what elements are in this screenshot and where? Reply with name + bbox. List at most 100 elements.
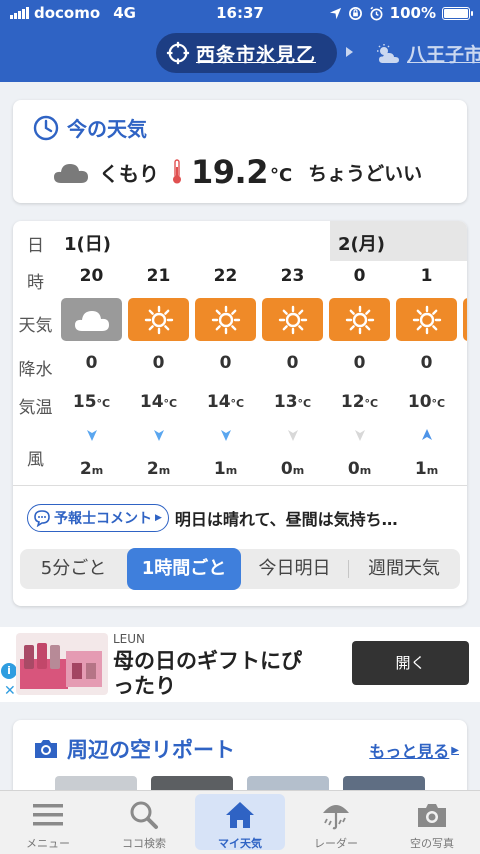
forecast-hour: 21 [146, 266, 171, 286]
forecast-column[interactable]: 0 0 12°C 0m [326, 261, 393, 483]
search-icon [126, 799, 162, 831]
wind-speed-unit: m [91, 464, 104, 477]
current-weather-title: 今の天気 [67, 117, 147, 141]
forecast-column-partial [460, 261, 467, 483]
label-wind: 風 [27, 450, 44, 470]
battery-percent: 100% [389, 4, 436, 22]
forecast-wind-speed: 1m [393, 459, 460, 479]
see-more-link[interactable]: もっと見る ▶ [369, 738, 459, 762]
tab-today-tomorrow[interactable]: 今日明日 [241, 549, 348, 589]
weather-tile [329, 298, 390, 341]
wind-speed-value: 2 [146, 459, 159, 479]
forecaster-comment-label: 予報士コメント [54, 511, 152, 527]
forecaster-comment-button[interactable]: 予報士コメント ▶ [27, 504, 169, 532]
forecast-temp: 10°C [393, 392, 460, 412]
forecast-temp-value: 10 [407, 392, 432, 412]
location-name: 西条市氷見乙 [196, 43, 317, 66]
tab-5min[interactable]: 5分ごと [20, 549, 127, 589]
battery-icon [442, 6, 473, 20]
weather-tile [262, 298, 323, 341]
current-temperature: 19.2 [191, 153, 268, 191]
forecast-range-tabs: 5分ごと 1時間ごと 今日明日 週間天気 [20, 548, 460, 590]
wind-direction-icon [355, 430, 365, 441]
forecast-temp-value: 15 [72, 392, 97, 412]
wind-speed-value: 1 [414, 459, 427, 479]
forecast-temp-unit: °C [163, 397, 178, 410]
wind-speed-value: 1 [213, 459, 226, 479]
weather-tile [61, 298, 122, 341]
forecast-grid[interactable]: 1(日) 2(月) 20 0 15°C 2m 21 0 14°C 2m 22 0 14°C 1m 23 0… [58, 221, 467, 483]
forecast-temp-unit: °C [230, 397, 245, 410]
alarm-icon [370, 6, 383, 20]
ad-info-icon[interactable]: i [1, 663, 17, 679]
forecast-temp-unit: °C [297, 397, 312, 410]
nav-label: ココ検索 [122, 837, 166, 850]
forecast-column[interactable]: 1 0 10°C 1m [393, 261, 460, 483]
forecast-wind-speed: 0m [259, 459, 326, 479]
day-label-tomorrow: 2(月) [330, 221, 467, 261]
menu-icon [30, 799, 66, 831]
ad-banner[interactable]: i ✕ LEUN 母の日のギフトにぴったり 開く [0, 627, 480, 702]
nav-item-search[interactable]: ココ検索 [96, 791, 192, 854]
nav-item-menu[interactable]: メニュー [0, 791, 96, 854]
nav-item-sky-photos[interactable]: 空の写真 [384, 791, 480, 854]
forecast-column[interactable]: 21 0 14°C 2m [125, 261, 192, 483]
forecast-temp-value: 14 [206, 392, 231, 412]
app-header: docomo 4G 16:37 100% 西条市氷見乙 八王子市 [0, 0, 480, 82]
sun-icon [211, 305, 240, 334]
forecast-hour: 1 [420, 266, 433, 286]
wind-speed-unit: m [292, 464, 305, 477]
ad-product-image[interactable] [16, 633, 108, 695]
label-precip: 降水 [18, 360, 53, 380]
crosshair-icon [166, 41, 190, 65]
forecast-column[interactable]: 20 0 15°C 2m [58, 261, 125, 483]
speech-bubble-icon [34, 510, 50, 527]
wind-direction-icon [422, 429, 432, 440]
forecast-wind-speed: 2m [58, 459, 125, 479]
wind-speed-unit: m [225, 464, 238, 477]
chevron-right-icon: ▶ [451, 744, 459, 756]
status-bar: docomo 4G 16:37 100% [0, 0, 480, 26]
wind-direction-icon [288, 430, 298, 441]
clock-icon [33, 115, 59, 140]
thermometer-icon [173, 159, 181, 184]
forecast-hour: 22 [213, 266, 238, 286]
forecast-precip: 0 [152, 353, 165, 373]
wind-speed-unit: m [426, 464, 439, 477]
forecast-wind-speed: 1m [192, 459, 259, 479]
ad-open-button[interactable]: 開く [352, 641, 469, 685]
forecast-column[interactable]: 23 0 13°C 0m [259, 261, 326, 483]
home-icon [222, 799, 258, 831]
forecast-precip: 0 [85, 353, 98, 373]
forecast-temp-unit: °C [431, 397, 446, 410]
forecast-precip: 0 [286, 353, 299, 373]
screen-lock-icon [348, 6, 362, 20]
status-right: 100% [329, 4, 473, 22]
tab-weekly[interactable]: 週間天気 [348, 549, 460, 589]
nav-item-my-weather[interactable]: マイ天気 [192, 791, 288, 854]
cloud-icon [74, 310, 109, 331]
next-location-button[interactable]: 八王子市 [375, 40, 480, 67]
current-location-button[interactable]: 西条市氷見乙 [156, 33, 337, 73]
next-location-name: 八王子市 [407, 44, 480, 66]
camera-icon [35, 740, 57, 758]
see-more-label: もっと見る [369, 742, 450, 761]
forecast-temp: 14°C [125, 392, 192, 412]
next-location-arrow-icon[interactable] [346, 47, 353, 57]
ad-close-icon[interactable]: ✕ [4, 683, 16, 699]
forecast-precip: 0 [219, 353, 232, 373]
wind-speed-value: 0 [347, 459, 360, 479]
bottom-navigation: メニュー ココ検索 マイ天気 レーダー 空の写真 [0, 790, 480, 854]
ad-headline[interactable]: 母の日のギフトにぴったり [113, 649, 313, 699]
tab-hourly[interactable]: 1時間ごと [127, 548, 241, 590]
forecast-temp: 12°C [326, 392, 393, 412]
nav-label: 空の写真 [410, 837, 454, 850]
chevron-right-icon: ▶ [155, 513, 162, 523]
forecast-column[interactable]: 22 0 14°C 1m [192, 261, 259, 483]
camera-icon [414, 799, 450, 831]
day-header-row: 1(日) 2(月) [58, 221, 467, 261]
current-weather-heading: 今の天気 [33, 113, 147, 142]
radar-icon [318, 799, 354, 831]
forecaster-comment-row[interactable]: 予報士コメント ▶ 明日は晴れて、昼間は気持ち… [27, 504, 437, 532]
nav-item-radar[interactable]: レーダー [288, 791, 384, 854]
